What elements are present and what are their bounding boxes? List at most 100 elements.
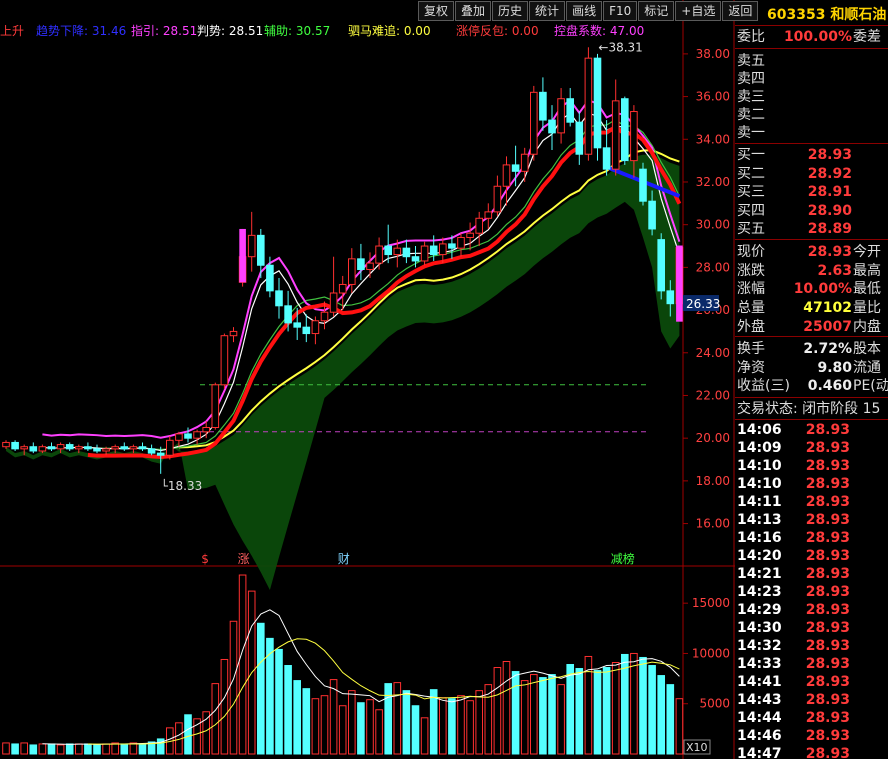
volume-bar [557,684,565,755]
trade-state-row: 交易状态: 闭市阶段 15 [735,400,888,418]
candle-body [648,200,656,230]
volume-bar [366,699,374,755]
add-watchlist-button[interactable]: +自选 [675,1,722,21]
indicator-sima: 驷马难追: 0.00 [348,24,431,38]
fuquan-button[interactable]: 复权 [418,1,455,21]
candle-body [20,446,28,450]
tick-row-label: 14:10 [737,476,782,492]
indicator-zhiyin: 指引: 28.51 [131,24,198,38]
draw-line-button[interactable]: 画线 [566,1,603,21]
tick-row-label: 14:16 [737,530,782,546]
volume-bar [229,620,238,755]
candle-body [202,427,210,433]
tick-row-value: 28.93 [805,728,850,744]
stat-row-value: 47102 [803,300,852,317]
volume-bar [338,705,347,755]
candle-body [630,111,638,162]
stat-row-label: 现价 [737,244,765,260]
price-tick-label: 20.00 [696,431,730,445]
volume-bar [84,743,92,755]
price-tick-label: 32.00 [696,175,730,189]
sell-row: 卖二 [735,106,888,124]
tick-row-label: 14:20 [737,548,782,564]
indicator-zhangting: 涨停反包: 0.00 [456,24,539,38]
tick-row: 14:11 28.93 [735,493,888,511]
volume-bar [657,675,666,755]
tick-row-value: 28.93 [805,602,850,618]
tick-row-label: 14:10 [737,458,782,474]
candle-body [229,330,238,337]
volume-bar [56,744,65,755]
buy-row: 买二 28.92 [735,165,888,183]
tick-row: 14:46 28.93 [735,727,888,745]
mark-button[interactable]: 标记 [638,1,675,21]
indicator-shangsheng: 上升 [0,24,25,38]
history-button[interactable]: 历史 [492,1,529,21]
sell-row: 卖三 [735,88,888,106]
candle-body [548,119,556,134]
tick-row: 14:32 28.93 [735,637,888,655]
low-price-label: └18.33 [161,478,203,493]
stock-code: 603353 [767,7,826,23]
candle-body [439,243,447,256]
candle-body [129,446,138,450]
event-marker: 财 [338,552,350,566]
divider [735,143,888,144]
tick-row-label: 14:29 [737,602,782,618]
candle-body [47,446,56,450]
tick-row: 14:21 28.93 [735,565,888,583]
volume-bar [402,690,411,755]
weicha-label: 委差 [853,29,881,45]
sell-row-label: 卖二 [737,107,765,123]
price-tick-label: 34.00 [696,132,730,146]
tick-row-label: 14:47 [737,746,782,759]
tick-row-value: 28.93 [805,440,850,456]
sell-row: 卖五 [735,52,888,70]
tick-row: 14:30 28.93 [735,619,888,637]
stat-row: 涨跌 2.63 最高 [735,262,888,280]
control-area [6,154,680,590]
indicator-legend: 上升 趋势下降: 31.46 指引: 28.51 判势: 28.51 辅助: 3… [0,22,680,38]
volume-bar [129,742,138,755]
price-tick-label: 24.00 [696,346,730,360]
tick-row-value: 28.93 [805,656,850,672]
f10-button[interactable]: F10 [603,1,638,21]
price-volume-chart[interactable]: 16.0018.0020.0022.0024.0026.0028.0030.00… [0,0,735,759]
price-tick-label: 16.00 [696,517,730,531]
buy-row-label: 买一 [737,147,765,163]
candle-body [65,444,74,450]
stat2-row-label: 换手 [737,341,765,357]
candle-body [611,100,620,170]
tick-row-label: 14:11 [737,494,782,510]
crosshair-price-label: 26.33 [686,297,720,311]
volume-bar [429,689,438,755]
tick-row-label: 14:23 [737,584,782,600]
tick-row-value: 28.93 [805,548,850,564]
volume-bar [238,574,247,755]
volume-bar [630,652,638,755]
limit-up-candle [239,228,246,283]
volume-bar [575,668,584,755]
stat-row-label2: 最高 [853,262,881,279]
buy-row-value: 28.91 [807,184,852,200]
stat-row: 总量 47102 量比 [735,299,888,317]
candle-body [247,234,256,258]
tick-row: 14:33 28.93 [735,655,888,673]
candle-body [302,326,311,335]
price-tick-label: 22.00 [696,388,730,402]
volume-bar [566,664,575,755]
stat-row-label: 外盘 [737,318,765,335]
stat-row-label: 涨幅 [737,281,765,298]
overlay-button[interactable]: 叠加 [455,1,492,21]
volume-tick-label: 15000 [692,596,730,610]
volume-bar [548,674,556,755]
candle-body [639,168,647,202]
price-tick-label: 38.00 [696,47,730,61]
tick-row-value: 28.93 [805,674,850,690]
volume-bar [602,667,611,755]
volume-bar [648,665,656,755]
statistics-button[interactable]: 统计 [529,1,566,21]
stat2-row-value: 9.80 [817,359,852,376]
volume-bar [621,653,629,755]
tick-row-value: 28.93 [805,476,850,492]
